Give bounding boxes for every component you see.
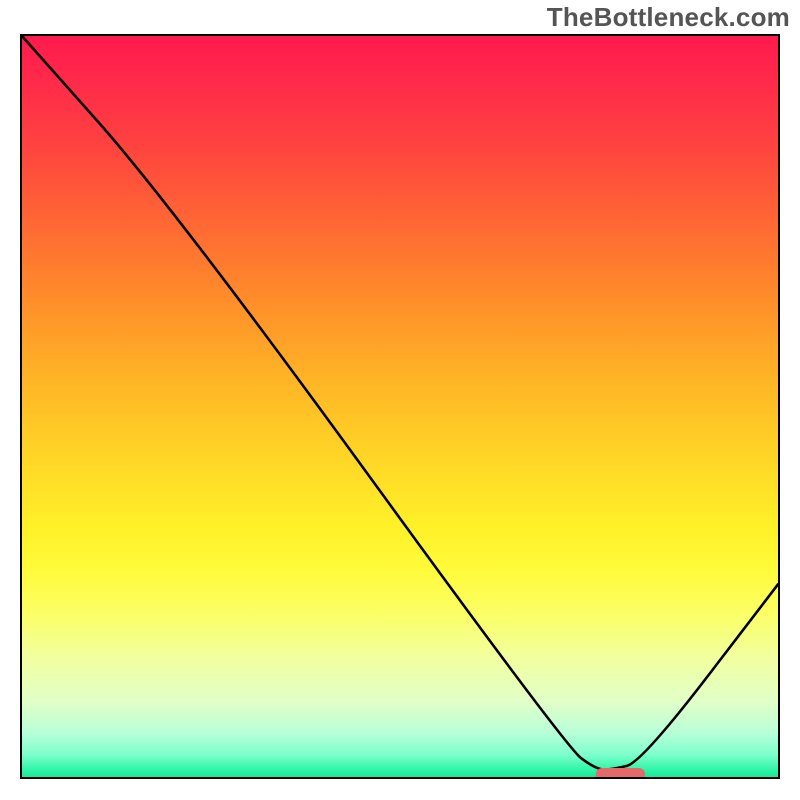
optimal-range-marker [596, 768, 645, 779]
plot-area [20, 34, 780, 779]
watermark-text: TheBottleneck.com [547, 2, 790, 33]
bottleneck-curve [22, 36, 778, 777]
chart-container: TheBottleneck.com [0, 0, 800, 800]
